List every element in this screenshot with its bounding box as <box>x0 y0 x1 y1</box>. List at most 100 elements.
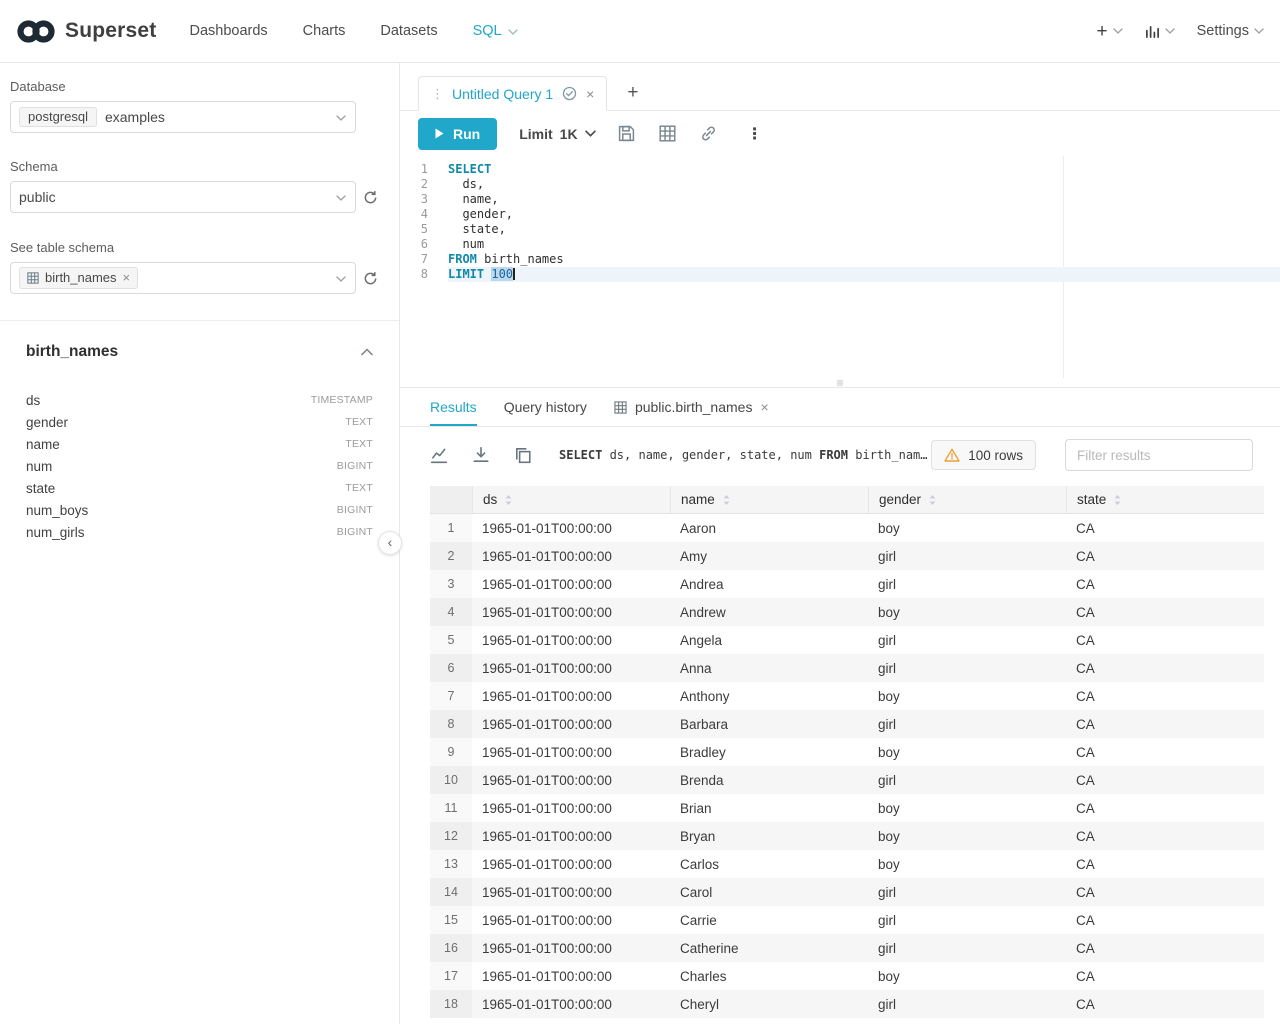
table-cell: boy <box>868 598 1066 626</box>
refresh-tables-icon[interactable] <box>363 271 378 286</box>
table-cell: CA <box>1066 514 1264 542</box>
table-value: birth_names <box>45 270 117 285</box>
row-number: 3 <box>430 570 472 598</box>
settings-menu[interactable]: Settings <box>1197 23 1264 39</box>
grid-header-cell-name[interactable]: name <box>670 486 868 513</box>
grid-header-rownum <box>430 486 472 513</box>
close-tab-icon[interactable]: × <box>586 86 594 102</box>
more-actions-icon[interactable]: ⋮ <box>747 124 763 144</box>
editor-toolbar: Run Limit 1K ⋮ <box>400 111 1280 156</box>
collapse-panel-icon[interactable] <box>361 348 373 356</box>
schema-value: public <box>19 189 56 205</box>
create-chart-icon[interactable] <box>430 446 448 464</box>
table-cell: boy <box>868 738 1066 766</box>
table-cell: 1965-01-01T00:00:00 <box>472 738 670 766</box>
sql-token: gender, <box>448 207 513 221</box>
tab-table-preview[interactable]: public.birth_names × <box>614 388 769 426</box>
tab-results[interactable]: Results <box>430 388 477 426</box>
grid-header-cell-ds[interactable]: ds <box>472 486 670 513</box>
grid-header-cell-gender[interactable]: gender <box>868 486 1066 513</box>
code-line: FROM birth_names <box>448 252 1280 267</box>
table-cell: boy <box>868 962 1066 990</box>
plus-icon: + <box>1096 22 1107 41</box>
query-tab[interactable]: ⋮ Untitled Query 1 × <box>418 76 607 111</box>
table-cell: CA <box>1066 626 1264 654</box>
pane-resize-handle[interactable]: ≡ <box>400 378 1280 387</box>
column-type: TEXT <box>345 438 373 450</box>
brand-name: Superset <box>65 19 156 43</box>
schema-column-row: num_boysBIGINT <box>26 499 373 521</box>
table-cell: 1965-01-01T00:00:00 <box>472 766 670 794</box>
table-cell: CA <box>1066 878 1264 906</box>
table-grid-icon <box>27 272 39 284</box>
add-tab-button[interactable]: + <box>627 83 638 102</box>
table-cell: Aaron <box>670 514 868 542</box>
table-schema-label: See table schema <box>10 240 389 255</box>
nav-item-sql[interactable]: SQL <box>473 0 518 62</box>
sql-token: ds, <box>448 177 484 191</box>
rows-count-label: 100 rows <box>968 448 1023 463</box>
filter-results-input[interactable] <box>1065 439 1253 471</box>
table-row: 21965-01-01T00:00:00AmygirlCA <box>430 542 1264 570</box>
sort-icon[interactable] <box>928 494 937 506</box>
sort-icon[interactable] <box>722 494 731 506</box>
share-link-icon[interactable] <box>700 125 717 142</box>
sql-token: FROM <box>448 252 477 266</box>
results-tabstrip: Results Query history public.birth_names… <box>400 388 1280 427</box>
row-number: 10 <box>430 766 472 794</box>
sort-icon[interactable] <box>1113 494 1122 506</box>
table-cell: CA <box>1066 850 1264 878</box>
sql-preview: SELECT ds, name, gender, state, num FROM… <box>559 448 928 462</box>
grid-body: 11965-01-01T00:00:00AaronboyCA21965-01-0… <box>430 514 1264 1018</box>
settings-label: Settings <box>1197 23 1249 39</box>
code-line: name, <box>448 192 1280 207</box>
table-row: 51965-01-01T00:00:00AngelagirlCA <box>430 626 1264 654</box>
copy-icon[interactable] <box>514 446 532 464</box>
nav-item-charts[interactable]: Charts <box>303 0 346 62</box>
limit-label: Limit <box>519 126 552 142</box>
row-number: 15 <box>430 906 472 934</box>
nav-item-dashboards[interactable]: Dashboards <box>189 0 267 62</box>
table-grid-icon[interactable] <box>659 125 676 142</box>
database-select[interactable]: postgresql examples <box>10 101 356 133</box>
save-query-icon[interactable] <box>618 125 635 142</box>
table-cell: CA <box>1066 710 1264 738</box>
drag-handle-icon[interactable]: ⋮ <box>431 86 443 102</box>
tab-table-preview-label: public.birth_names <box>635 399 753 415</box>
row-number: 18 <box>430 990 472 1018</box>
column-type: TEXT <box>345 416 373 428</box>
refresh-schemas-icon[interactable] <box>363 190 378 205</box>
table-grid-icon <box>614 401 627 414</box>
table-row: 181965-01-01T00:00:00CherylgirlCA <box>430 990 1264 1018</box>
remove-table-icon[interactable]: × <box>123 271 131 284</box>
table-cell: 1965-01-01T00:00:00 <box>472 514 670 542</box>
table-cell: girl <box>868 570 1066 598</box>
row-number: 16 <box>430 934 472 962</box>
table-cell: 1965-01-01T00:00:00 <box>472 570 670 598</box>
download-icon[interactable] <box>472 446 490 464</box>
table-cell: girl <box>868 766 1066 794</box>
superset-logo[interactable]: Superset <box>16 19 156 44</box>
limit-dropdown[interactable]: Limit 1K <box>519 126 595 142</box>
new-item-button[interactable]: + <box>1096 22 1122 41</box>
table-cell: CA <box>1066 934 1264 962</box>
table-row: 131965-01-01T00:00:00CarlosboyCA <box>430 850 1264 878</box>
sort-icon[interactable] <box>504 494 513 506</box>
nav-item-datasets[interactable]: Datasets <box>380 0 437 62</box>
sql-editor[interactable]: 12345678 SELECT ds, name, gender, state,… <box>400 156 1280 378</box>
table-cell: 1965-01-01T00:00:00 <box>472 822 670 850</box>
tab-query-history[interactable]: Query history <box>504 388 587 426</box>
close-tab-icon[interactable]: × <box>760 399 768 415</box>
editor-code[interactable]: SELECT ds, name, gender, state, numFROM … <box>440 156 1280 378</box>
row-number: 2 <box>430 542 472 570</box>
table-select[interactable]: birth_names × <box>10 262 356 294</box>
alerts-reports-button[interactable] <box>1145 24 1175 39</box>
table-cell: Carlos <box>670 850 868 878</box>
column-name: state <box>26 481 55 496</box>
run-button[interactable]: Run <box>418 118 497 150</box>
grid-header-cell-state[interactable]: state <box>1066 486 1264 513</box>
schema-select[interactable]: public <box>10 181 356 213</box>
row-number: 11 <box>430 794 472 822</box>
column-type: TEXT <box>345 482 373 494</box>
sidebar-collapse-handle[interactable]: ‹ <box>378 531 402 555</box>
